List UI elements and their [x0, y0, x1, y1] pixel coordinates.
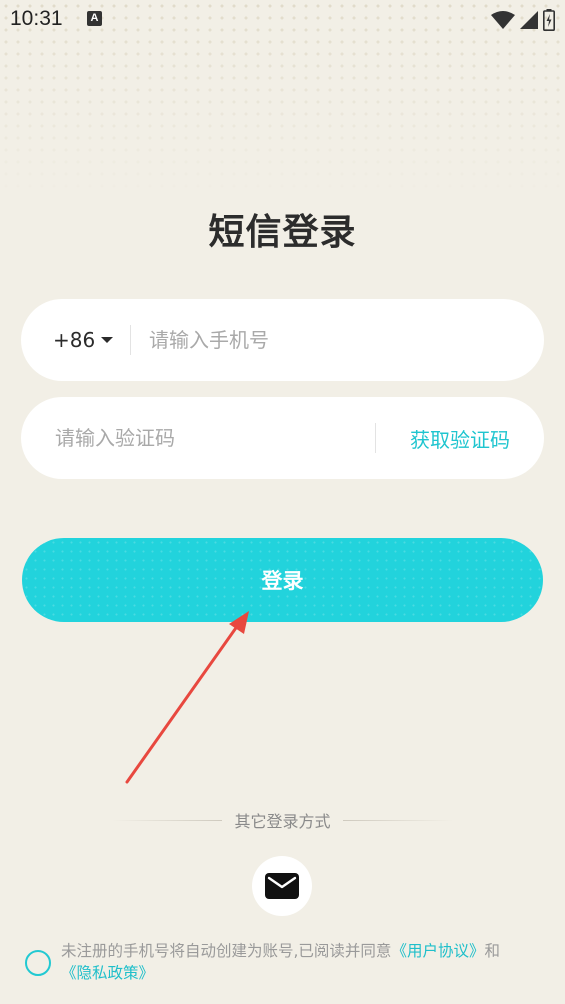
user-agreement-link[interactable]: 《用户协议》: [391, 942, 484, 960]
battery-icon: [543, 9, 555, 31]
login-button[interactable]: 登录: [22, 538, 543, 622]
other-login-divider: 其它登录方式: [0, 808, 565, 832]
agreement-and: 和: [484, 942, 500, 960]
page-title: 短信登录: [208, 212, 357, 253]
status-icons: [491, 9, 555, 31]
code-field: 获取验证码: [21, 397, 544, 479]
country-code-selector[interactable]: +86: [53, 328, 128, 352]
agreement-text: 未注册的手机号将自动创建为账号,已阅读并同意《用户协议》和: [61, 940, 565, 962]
verification-code-input[interactable]: [53, 425, 367, 451]
divider: [375, 423, 376, 453]
notification-a-icon: A: [87, 11, 102, 26]
other-login-label: 其它登录方式: [234, 812, 331, 831]
wifi-icon: [491, 11, 515, 29]
email-icon: [265, 873, 299, 899]
email-login-button[interactable]: [252, 856, 312, 916]
privacy-policy-link[interactable]: 《隐私政策》: [61, 964, 154, 982]
status-bar: 10:31 A: [0, 0, 565, 40]
agree-checkbox[interactable]: [25, 950, 51, 976]
divider: [130, 325, 131, 355]
login-screen: 10:31 A 短信登录 +86 获取验证码 登录: [0, 0, 565, 1004]
caret-down-icon: [101, 337, 114, 343]
agreement-line-2: 《隐私政策》: [61, 962, 154, 984]
agreement-section: 未注册的手机号将自动创建为账号,已阅读并同意《用户协议》和 《隐私政策》: [25, 940, 565, 990]
divider-line-right: [342, 819, 453, 821]
signal-icon: [520, 11, 538, 29]
status-time: 10:31: [10, 7, 63, 30]
phone-field: +86: [21, 299, 544, 381]
divider-line-left: [112, 819, 223, 821]
phone-input[interactable]: [147, 327, 511, 353]
get-code-button[interactable]: 获取验证码: [410, 424, 510, 453]
agreement-text-main: 未注册的手机号将自动创建为账号,已阅读并同意: [61, 942, 392, 960]
country-code-label: +86: [53, 328, 96, 352]
